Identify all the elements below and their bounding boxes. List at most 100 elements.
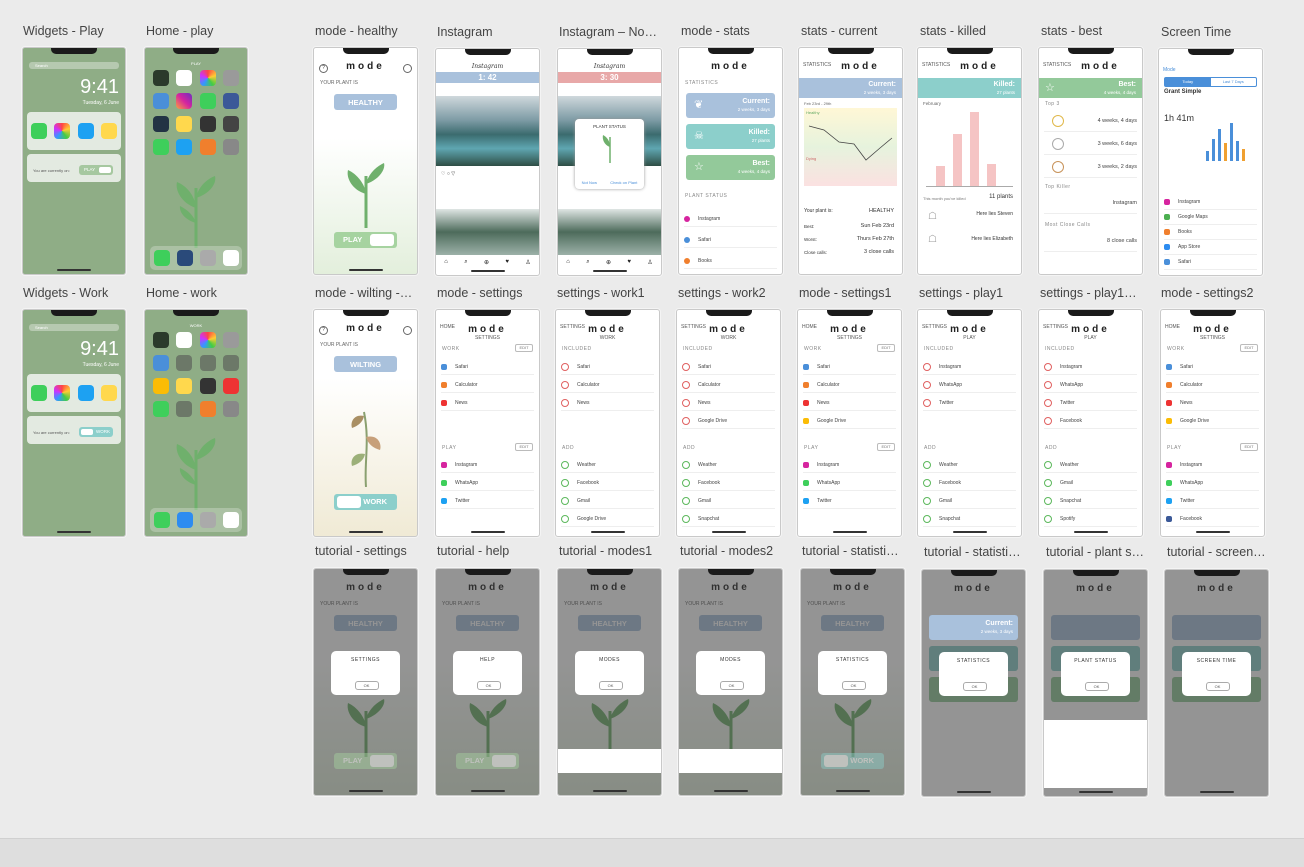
edit-button[interactable]: EDIT (515, 344, 533, 352)
instagram-icon[interactable] (176, 93, 193, 109)
clock-icon[interactable] (223, 116, 240, 132)
frame-tutorial-modes1[interactable]: modeYOUR PLANT ISHEALTHYPLAYMODESOK (557, 568, 662, 796)
toggle-knob[interactable] (702, 755, 726, 767)
remove-icon[interactable] (1044, 381, 1052, 389)
frame-title[interactable]: mode - healthy (315, 24, 415, 38)
frame-stats-current[interactable]: STATISTICS mode Current: 2 weeks, 3 days … (798, 47, 903, 275)
ok-button[interactable]: OK (841, 681, 866, 690)
notes-icon[interactable] (176, 378, 193, 394)
gear-icon[interactable] (403, 64, 412, 73)
remove-icon[interactable] (682, 417, 690, 425)
frame-title[interactable]: stats - best (1041, 24, 1141, 38)
frame-title[interactable]: mode - stats (681, 24, 781, 38)
frame-tutorial-statistics2[interactable]: modeCurrent:2 weeks, 3 daysSTATISTICSOK (921, 569, 1026, 797)
add-icon[interactable] (682, 497, 690, 505)
safari-icon[interactable] (176, 512, 193, 528)
list-item[interactable]: Books (684, 254, 777, 269)
list-item[interactable]: Weather (1044, 458, 1137, 473)
list-item[interactable]: News (561, 396, 654, 411)
photos-icon[interactable] (54, 123, 71, 139)
list-item[interactable]: Google Maps (1164, 210, 1257, 225)
list-item[interactable]: Snapchat (1044, 494, 1137, 509)
google-drive-icon[interactable] (152, 116, 169, 132)
widget-mode-toggle[interactable]: PLAY (79, 165, 113, 175)
maps-icon[interactable] (152, 93, 169, 109)
frame-title[interactable]: tutorial - statistic… (924, 545, 1024, 559)
list-item[interactable]: Gmail (1044, 476, 1137, 491)
list-item[interactable]: News (682, 396, 775, 411)
list-item[interactable]: Calculator (803, 378, 896, 393)
add-icon[interactable] (923, 461, 931, 469)
books-icon[interactable] (199, 401, 216, 417)
list-item[interactable]: Instagram (923, 360, 1016, 375)
frame-title[interactable]: tutorial - help (437, 544, 537, 558)
calculator-icon[interactable] (199, 116, 216, 132)
whatsapp-icon[interactable] (30, 385, 47, 401)
list-item[interactable]: WhatsApp (441, 476, 534, 491)
post-image-2[interactable] (558, 209, 661, 255)
list-item[interactable]: Facebook (1166, 512, 1259, 527)
heart-icon[interactable]: ♥ (505, 259, 509, 265)
ok-button[interactable]: OK (1084, 682, 1109, 691)
list-item[interactable]: Safari (682, 360, 775, 375)
phone-icon[interactable] (153, 512, 170, 528)
list-item[interactable]: Facebook (682, 476, 775, 491)
frame-title[interactable]: tutorial - modes1 (559, 544, 659, 558)
killed-stat-card[interactable]: ☠ Killed: 27 plants (686, 124, 775, 149)
edit-button[interactable]: EDIT (1240, 344, 1258, 352)
twitter-icon[interactable] (176, 139, 193, 155)
camera-icon[interactable] (223, 70, 240, 86)
frame-mode-wilting[interactable]: ? mode YOUR PLANT IS WILTING WORK (313, 309, 418, 537)
frame-title[interactable]: tutorial - modes2 (680, 544, 780, 558)
profile-icon[interactable]: ♙ (525, 259, 530, 266)
not-now-button[interactable]: Not Now (582, 180, 597, 185)
contacts-icon[interactable] (199, 250, 216, 266)
list-item[interactable]: Snapchat (682, 512, 775, 527)
tab-today[interactable]: Today (1165, 78, 1211, 86)
twitter-icon[interactable] (77, 385, 94, 401)
list-item[interactable]: WhatsApp (923, 378, 1016, 393)
frame-widgets-work[interactable]: Search 9:41 Tuesday, 6 June You are curr… (22, 309, 126, 537)
frame-instagram-notification[interactable]: Instagram 3: 30 PLANT STATUS Not Now Chec… (557, 48, 662, 276)
add-icon[interactable] (561, 461, 569, 469)
list-item[interactable]: Twitter (441, 494, 534, 509)
list-item[interactable]: Snapchat (923, 512, 1016, 527)
edit-button[interactable]: EDIT (515, 443, 533, 451)
frame-mode-settings2[interactable]: HOME mode SETTINGS WORK EDIT Safari Calculator… (1160, 309, 1265, 537)
list-item[interactable]: Calculator (441, 378, 534, 393)
remove-icon[interactable] (561, 399, 569, 407)
toggle-knob[interactable] (370, 755, 394, 767)
frame-title[interactable]: Home - work (146, 286, 246, 300)
frame-title[interactable]: settings - work1 (557, 286, 657, 300)
photos-icon[interactable] (54, 385, 71, 401)
twitter-icon[interactable] (77, 123, 94, 139)
search-bar[interactable]: Search (29, 324, 119, 331)
camera-icon[interactable] (223, 332, 240, 348)
edit-button[interactable]: EDIT (877, 443, 895, 451)
frame-title[interactable]: settings - play1 (919, 286, 1019, 300)
edit-button[interactable]: EDIT (1240, 443, 1258, 451)
check-plant-button[interactable]: Check on Plant (610, 180, 637, 185)
mode-app-icon[interactable] (152, 332, 169, 348)
toggle-knob[interactable] (614, 755, 638, 767)
frame-title[interactable]: stats - current (801, 24, 901, 38)
list-item[interactable]: Twitter (803, 494, 896, 509)
remove-icon[interactable] (1044, 417, 1052, 425)
instagram-icon[interactable] (176, 355, 193, 371)
settings-icon[interactable] (223, 139, 240, 155)
list-item[interactable]: Facebook (1044, 414, 1137, 429)
frame-tutorial-screen-time[interactable]: modeSCREEN TIMEOK (1164, 569, 1269, 797)
list-item[interactable]: Instagram (1164, 195, 1257, 210)
list-item[interactable]: Safari (1164, 255, 1257, 270)
frame-title[interactable]: tutorial - statistic… (802, 544, 902, 558)
facebook-icon[interactable] (223, 355, 240, 371)
list-item[interactable]: 3 weeks, 2 days (1044, 157, 1137, 178)
frame-title[interactable]: Screen Time (1161, 25, 1261, 39)
mode-toggle[interactable]: PLAY (558, 749, 661, 773)
list-item[interactable]: Instagram (1166, 458, 1259, 473)
frame-title[interactable]: tutorial - settings (315, 544, 415, 558)
search-bar[interactable]: Search (29, 62, 119, 69)
frame-title[interactable]: settings - work2 (678, 286, 778, 300)
frame-tutorial-help[interactable]: modeYOUR PLANT ISHEALTHYPLAYHELPOK (435, 568, 540, 796)
add-icon[interactable] (561, 479, 569, 487)
